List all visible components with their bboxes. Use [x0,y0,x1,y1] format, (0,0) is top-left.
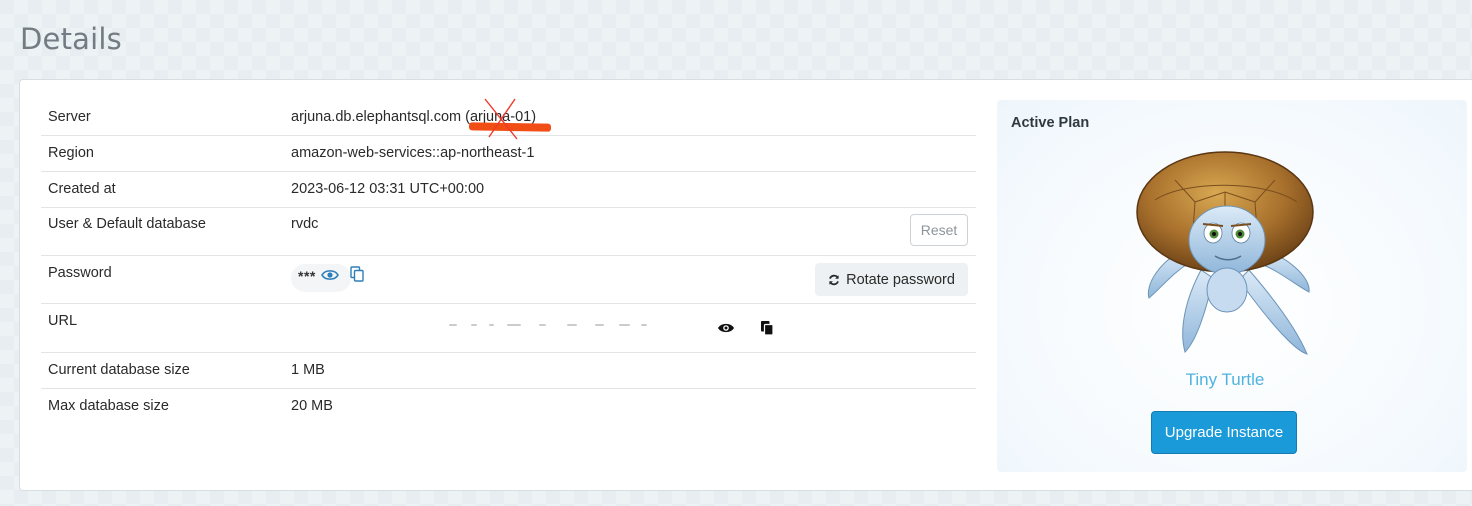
show-password-eye-icon[interactable] [321,268,339,282]
rotate-password-button[interactable]: Rotate password [815,263,968,296]
created-value: 2023-06-12 03:31 UTC+00:00 [291,181,485,197]
turtle-mascot-icon [1136,151,1314,355]
created-row: Created at 2023-06-12 03:31 UTC+00:00 [41,172,976,208]
server-row: Server arjuna.db.elephantsql.com (arjuna… [41,98,976,140]
password-row: Password *** Rotate password [41,256,976,304]
copy-url-copy-icon[interactable] [760,320,774,336]
server-value: arjuna.db.elephantsql.com (arjuna-01) [291,98,552,140]
user-label: User & Default database [48,216,206,232]
active-plan-heading: Active Plan [1011,115,1090,131]
url-row: URL [41,304,976,353]
active-plan-panel: Active Plan Tiny Turtle Upgrade Instance [997,100,1467,472]
current-size-label: Current database size [48,362,190,378]
created-label: Created at [48,181,116,197]
refresh-icon [829,274,839,285]
current-size-value: 1 MB [291,362,325,378]
upgrade-instance-button[interactable]: Upgrade Instance [1151,411,1297,454]
max-size-row: Max database size 20 MB [41,389,976,424]
show-url-eye-icon[interactable] [717,322,735,334]
redaction-cross-mark [484,98,518,140]
current-size-row: Current database size 1 MB [41,353,976,389]
page-title: Details [20,22,122,56]
region-label: Region [48,145,94,161]
details-table: Server arjuna.db.elephantsql.com (arjuna… [41,98,976,424]
rotate-password-label: Rotate password [846,271,955,288]
password-masked: *** [298,268,316,284]
region-value: amazon-web-services::ap-northeast-1 [291,145,535,161]
server-label: Server [48,109,91,125]
details-card: Server arjuna.db.elephantsql.com (arjuna… [19,79,1472,491]
copy-password-copy-icon[interactable] [350,266,364,282]
password-label: Password [48,265,112,281]
reset-button[interactable]: Reset [910,214,968,246]
max-size-value: 20 MB [291,398,333,414]
max-size-label: Max database size [48,398,169,414]
user-row: User & Default database rvdc Reset [41,208,976,256]
user-value: rvdc [291,216,319,232]
url-label: URL [48,313,78,329]
url-redacted-value [449,324,649,326]
region-row: Region amazon-web-services::ap-northeast… [41,136,976,172]
plan-name: Tiny Turtle [1185,370,1265,389]
